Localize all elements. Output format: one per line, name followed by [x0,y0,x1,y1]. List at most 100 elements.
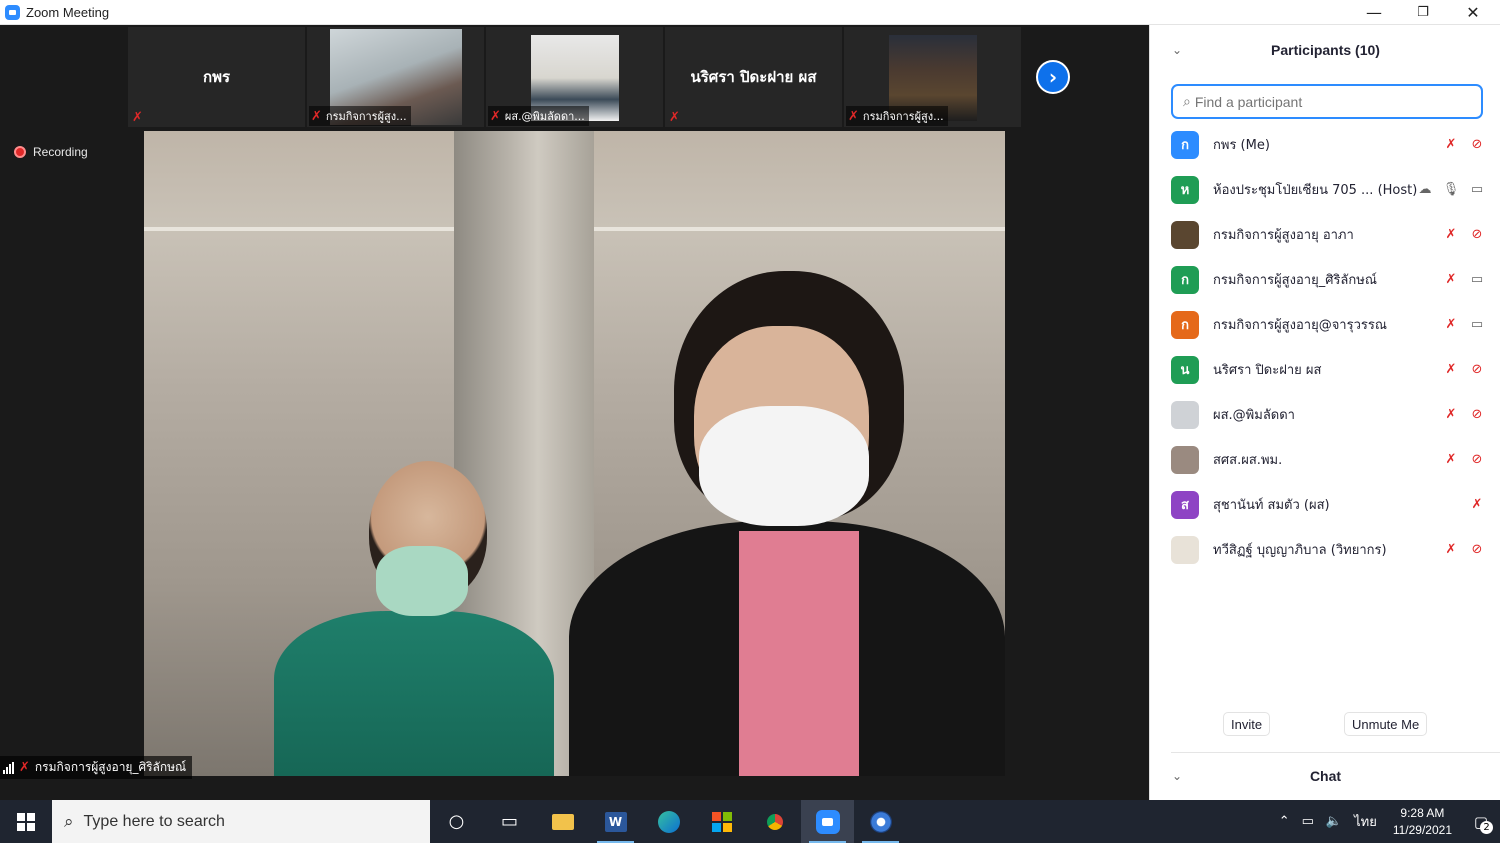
participant-name: กพร (Me) [1213,138,1270,153]
recording-label: Recording [33,145,88,159]
participant-name: ผส.@พิมลัดดา [1213,408,1295,423]
participant-row[interactable]: กกรมกิจการผู้สูงอายุ@จารุวรรณ ✗ ▭ [1150,302,1500,347]
mic-muted-icon[interactable]: ✗ [1469,497,1485,513]
mic-muted-icon[interactable]: ✗ [1443,272,1459,288]
participant-row[interactable]: ส สุชานันท์ สมตัว (ผส) ✗ [1150,482,1500,527]
cortana-icon[interactable]: ○ [430,800,483,843]
network-icon[interactable]: ▭ [1302,814,1314,829]
camera-icon[interactable]: ▭ [1469,182,1485,198]
windows-taskbar: ⌕ Type here to search ○ ▭ W ⌃ ▭ 🔈 ไทย 9:… [0,800,1500,843]
mic-muted-icon[interactable]: ✗ [1443,227,1459,243]
thumbnail-label-text: กรมกิจการผู้สูง... [325,110,407,123]
participant-name: ทวีสิฏฐ์ บุญญาภิบาล (วิทยากร) [1213,543,1387,558]
participant-row[interactable]: กกรมกิจการผู้สูงอายุ_ศิริลักษณ์ ✗ ▭ [1150,257,1500,302]
collapse-chevron-icon[interactable]: ⌄ [1172,769,1182,783]
clock-time: 9:28 AM [1400,805,1445,820]
thumbnail-label-text: ผส.@พิมลัดดา... [504,110,585,123]
app-icon[interactable] [854,800,907,843]
zoom-icon[interactable] [801,800,854,843]
participant-status-icons: ☁ 🎙 ▭ [1417,182,1485,198]
camera-off-icon[interactable]: ⊘ [1469,407,1485,423]
title-bar: Zoom Meeting — ❐ ✕ [0,0,1500,25]
active-speaker-label: ✗ กรมกิจการผู้สูงอายุ_ศิริลักษณ์ [0,756,193,779]
participant-row[interactable]: ผส.@พิมลัดดา ✗ ⊘ [1150,392,1500,437]
participant-name: สุชานันท์ สมตัว (ผส) [1213,498,1330,513]
recording-indicator[interactable]: Recording [14,145,88,159]
mic-muted-icon[interactable]: ✗ [1443,317,1459,333]
participant-status-icons: ✗ ⊘ [1443,542,1485,558]
system-tray: ⌃ ▭ 🔈 ไทย 9:28 AM 11/29/2021 ▢ 2 [1273,800,1500,843]
camera-off-icon[interactable]: ⊘ [1469,452,1485,468]
mic-icon[interactable]: 🎙 [1443,182,1460,198]
next-page-arrow-icon[interactable]: › [1036,60,1070,94]
participant-row[interactable]: กรมกิจการผู้สูงอายุ อาภา ✗ ⊘ [1150,212,1500,257]
thumbnail-tile[interactable]: ✗ กรมกิจการผู้สูง... [307,27,484,127]
participant-search[interactable]: ⌕ [1171,84,1483,119]
collapse-chevron-icon[interactable]: ⌄ [1172,43,1182,57]
task-view-icon[interactable]: ▭ [483,800,536,843]
mic-muted-icon[interactable]: ✗ [1443,542,1459,558]
mic-muted-icon[interactable]: ✗ [1443,452,1459,468]
word-icon[interactable]: W [589,800,642,843]
camera-off-icon[interactable]: ⊘ [1469,362,1485,378]
close-button[interactable]: ✕ [1448,0,1498,25]
participant-status-icons: ✗ ▭ [1443,272,1485,288]
avatar: ก [1171,310,1199,339]
participant-status-icons: ✗ ⊘ [1443,227,1485,243]
participant-row[interactable]: ก กพร (Me) ✗ ⊘ [1150,122,1500,167]
participant-name: กรมกิจการผู้สูงอายุ_ศิริลักษณ์ [1213,273,1377,288]
invite-button[interactable]: Invite [1223,712,1271,736]
participant-row[interactable]: นนริศรา ปิดะฝาย ผส ✗ ⊘ [1150,347,1500,392]
store-icon[interactable] [695,800,748,843]
taskbar-search[interactable]: ⌕ Type here to search [52,800,430,843]
thumbnail-label: ✗ [130,109,147,126]
search-icon: ⌕ [64,811,74,832]
thumbnail-tile[interactable]: ✗ ผส.@พิมลัดดา... [486,27,663,127]
thumbnail-label: ✗ ผส.@พิมลัดดา... [488,106,589,126]
restore-button[interactable]: ❐ [1398,0,1448,25]
chat-header[interactable]: ⌄ Chat [1150,765,1500,787]
mic-muted-icon[interactable]: ✗ [1443,407,1459,423]
avatar: ก [1171,130,1199,159]
unmute-me-button[interactable]: Unmute Me [1344,712,1428,736]
chrome-icon[interactable] [748,800,801,843]
thumbnail-tile[interactable]: ✗ กรมกิจการผู้สูง... [844,27,1021,127]
mic-muted-icon: ✗ [848,108,859,124]
notification-icon[interactable]: ▢ 2 [1462,800,1500,843]
mic-muted-icon: ✗ [19,760,30,775]
thumbnail-tile[interactable]: กพร ✗ [128,27,305,127]
mic-muted-icon[interactable]: ✗ [1443,362,1459,378]
participant-status-icons: ✗ ⊘ [1443,362,1485,378]
camera-off-icon[interactable]: ⊘ [1469,542,1485,558]
notification-badge: 2 [1480,821,1493,834]
active-speaker-video[interactable] [144,131,1005,776]
thumbnail-label: ✗ [667,109,684,126]
window-title: Zoom Meeting [26,4,110,20]
thumbnail-label: ✗ กรมกิจการผู้สูง... [309,106,411,126]
camera-icon[interactable]: ▭ [1469,317,1485,333]
chevron-up-icon[interactable]: ⌃ [1279,814,1290,829]
participant-row[interactable]: ทวีสิฏฐ์ บุญญาภิบาล (วิทยากร) ✗ ⊘ [1150,527,1500,572]
camera-off-icon[interactable]: ⊘ [1469,227,1485,243]
language-indicator[interactable]: ไทย [1354,811,1377,832]
edge-icon[interactable] [642,800,695,843]
camera-icon[interactable]: ▭ [1469,272,1485,288]
search-input[interactable] [1194,93,1465,110]
volume-icon[interactable]: 🔈 [1326,814,1342,829]
participant-name: นริศรา ปิดะฝาย ผส [1213,363,1322,378]
participant-status-icons: ✗ ⊘ [1443,407,1485,423]
mic-muted-icon[interactable]: ✗ [1443,137,1459,153]
cloud-recording-icon: ☁ [1418,182,1432,197]
participant-row[interactable]: ห ห้องประชุมโป่ยเซียน 705 ... (Host) ☁ 🎙 ▭ [1150,167,1500,212]
record-icon [14,146,26,158]
clock[interactable]: 9:28 AM 11/29/2021 [1393,805,1452,839]
avatar [1171,445,1199,474]
camera-off-icon[interactable]: ⊘ [1469,137,1485,153]
participant-row[interactable]: สศส.ผส.พม. ✗ ⊘ [1150,437,1500,482]
minimize-button[interactable]: — [1349,0,1399,25]
file-explorer-icon[interactable] [536,800,589,843]
start-button[interactable] [0,800,52,843]
thumbnail-label-text: กรมกิจการผู้สูง... [862,110,944,123]
clock-date: 11/29/2021 [1392,822,1452,837]
thumbnail-tile[interactable]: นริศรา ปิดะฝาย ผส ✗ [665,27,842,127]
